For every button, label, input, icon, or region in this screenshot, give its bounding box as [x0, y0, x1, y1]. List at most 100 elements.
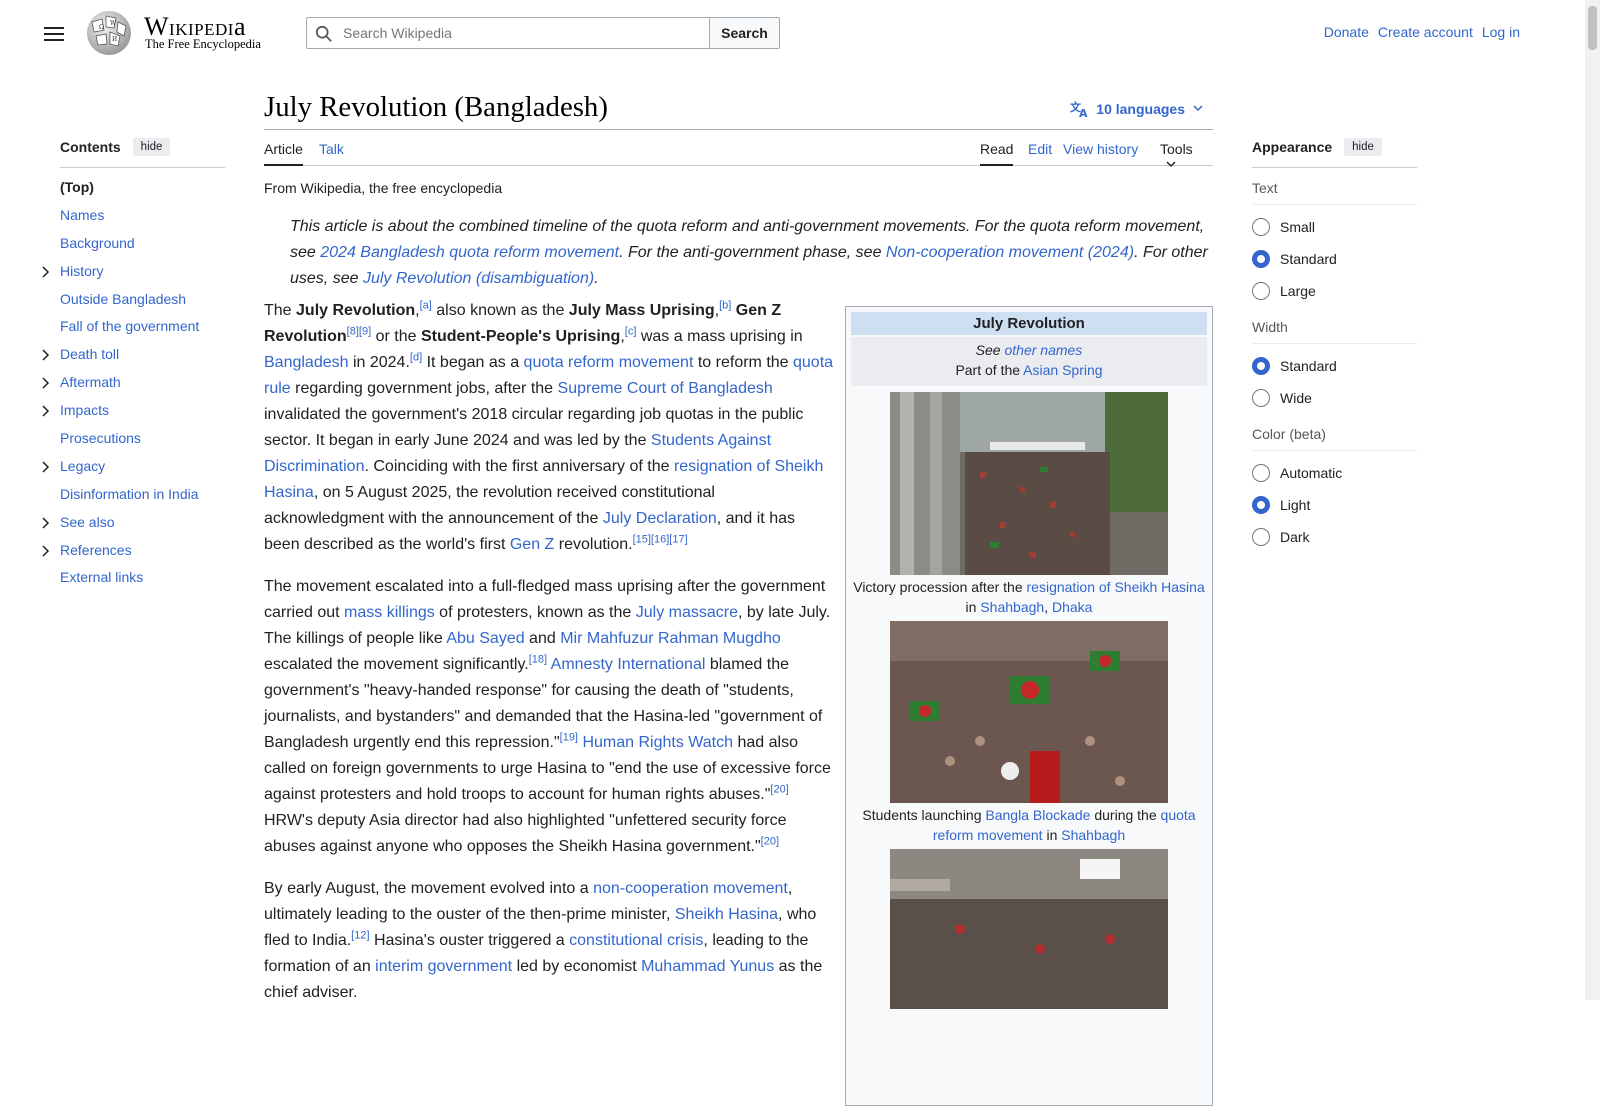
- scrollbar[interactable]: [1585, 0, 1600, 1000]
- tab-talk[interactable]: Talk: [319, 141, 344, 164]
- wiki-link[interactable]: quota reform movement: [524, 354, 694, 371]
- toc-item[interactable]: Aftermath: [42, 369, 225, 397]
- wiki-link[interactable]: Supreme Court of Bangladesh: [558, 380, 773, 397]
- citation-ref[interactable]: [b]: [719, 300, 731, 312]
- citation-ref[interactable]: [12]: [351, 930, 369, 942]
- wiki-link[interactable]: Mir Mahfuzur Rahman Mugdho: [560, 630, 781, 647]
- wiki-link[interactable]: Gen Z: [510, 536, 554, 553]
- toc-item[interactable]: See also: [42, 509, 225, 537]
- toc-item[interactable]: References: [42, 537, 225, 565]
- toc-item[interactable]: Impacts: [42, 397, 225, 425]
- chevron-right-icon[interactable]: [40, 517, 52, 529]
- citation-ref[interactable]: [19]: [560, 732, 578, 744]
- radio-option[interactable]: Standard: [1252, 350, 1417, 382]
- tab-article[interactable]: Article: [264, 141, 303, 166]
- search-input[interactable]: [341, 19, 701, 47]
- radio-option[interactable]: Small: [1252, 211, 1417, 243]
- radio-option[interactable]: Light: [1252, 489, 1417, 521]
- radio-button[interactable]: [1252, 218, 1270, 236]
- radio-button[interactable]: [1252, 528, 1270, 546]
- chevron-right-icon[interactable]: [40, 545, 52, 557]
- tab-read[interactable]: Read: [980, 141, 1014, 166]
- toc-item[interactable]: Disinformation in India: [60, 481, 225, 509]
- wiki-link[interactable]: Abu Sayed: [446, 630, 524, 647]
- tools-menu[interactable]: Tools: [1160, 141, 1213, 180]
- tab-view-history[interactable]: View history: [1063, 141, 1138, 164]
- toc-item[interactable]: Death toll: [42, 341, 225, 369]
- chevron-right-icon[interactable]: [40, 405, 52, 417]
- language-button[interactable]: 文 A 10 languages: [1070, 100, 1213, 118]
- citation-ref[interactable]: [20]: [770, 784, 788, 796]
- toc-item[interactable]: Background: [60, 230, 225, 258]
- wiki-link[interactable]: non-cooperation movement: [593, 880, 788, 897]
- wiki-link[interactable]: interim government: [375, 958, 512, 975]
- toc-item[interactable]: External links: [60, 564, 225, 592]
- other-names-link[interactable]: other names: [1004, 342, 1082, 358]
- toc-item[interactable]: History: [42, 258, 225, 286]
- log-in-link[interactable]: Log in: [1482, 24, 1520, 40]
- toc-item[interactable]: Fall of the government: [60, 313, 225, 341]
- search-box[interactable]: [306, 17, 710, 49]
- radio-option[interactable]: Wide: [1252, 382, 1417, 414]
- wiki-link[interactable]: Human Rights Watch: [582, 734, 733, 751]
- wiki-link[interactable]: Shahbagh: [1061, 827, 1125, 843]
- radio-button[interactable]: [1252, 389, 1270, 407]
- search-button[interactable]: Search: [709, 17, 780, 49]
- citation-ref[interactable]: [8][9]: [347, 326, 371, 338]
- wikipedia-logo[interactable]: Ω W И Wikipedia The Free Encyclopedia: [84, 10, 284, 58]
- toc-item[interactable]: Names: [60, 202, 225, 230]
- citation-ref[interactable]: [c]: [625, 326, 637, 338]
- scrollbar-thumb[interactable]: [1588, 6, 1597, 50]
- wiki-link[interactable]: Sheikh Hasina: [675, 906, 778, 923]
- wiki-link[interactable]: Amnesty International: [551, 656, 706, 673]
- toc-item[interactable]: Prosecutions: [60, 425, 225, 453]
- radio-button[interactable]: [1252, 250, 1270, 268]
- radio-option[interactable]: Large: [1252, 275, 1417, 307]
- svg-text:W: W: [110, 20, 117, 27]
- toc-item[interactable]: (Top): [60, 174, 225, 202]
- citation-ref[interactable]: [18]: [529, 654, 547, 666]
- wiki-link[interactable]: Dhaka: [1052, 599, 1092, 615]
- citation-ref[interactable]: [20]: [761, 836, 779, 848]
- citation-ref[interactable]: [d]: [410, 352, 422, 364]
- wiki-link[interactable]: July Declaration: [603, 510, 717, 527]
- radio-button[interactable]: [1252, 496, 1270, 514]
- wiki-link[interactable]: July massacre: [636, 604, 738, 621]
- toc-item-label: External links: [60, 569, 144, 586]
- text-run: .: [594, 270, 599, 287]
- wiki-link[interactable]: Muhammad Yunus: [641, 958, 774, 975]
- chevron-right-icon[interactable]: [40, 461, 52, 473]
- appearance-hide-button[interactable]: hide: [1344, 137, 1382, 156]
- citation-ref[interactable]: [15][16][17]: [633, 534, 688, 546]
- create-account-link[interactable]: Create account: [1378, 24, 1473, 40]
- asian-spring-link[interactable]: Asian Spring: [1023, 362, 1102, 378]
- radio-option[interactable]: Automatic: [1252, 457, 1417, 489]
- toc-item[interactable]: Legacy: [42, 453, 225, 481]
- tab-edit[interactable]: Edit: [1028, 141, 1052, 164]
- victory-procession-photo[interactable]: [890, 392, 1168, 575]
- chevron-right-icon[interactable]: [40, 349, 52, 361]
- radio-option[interactable]: Standard: [1252, 243, 1417, 275]
- citation-ref[interactable]: [a]: [420, 300, 432, 312]
- radio-option[interactable]: Dark: [1252, 521, 1417, 553]
- donate-link[interactable]: Donate: [1324, 24, 1369, 40]
- wiki-link[interactable]: Shahbagh: [980, 599, 1044, 615]
- wiki-link[interactable]: Non-cooperation movement (2024): [886, 244, 1134, 261]
- wiki-link[interactable]: 2024 Bangladesh quota reform movement: [320, 244, 619, 261]
- chevron-right-icon[interactable]: [40, 377, 52, 389]
- bangla-blockade-photo[interactable]: [890, 621, 1168, 803]
- radio-button[interactable]: [1252, 357, 1270, 375]
- wiki-link[interactable]: Bangladesh: [264, 354, 349, 371]
- wiki-link[interactable]: resignation of Sheikh Hasina: [1027, 579, 1205, 595]
- crowd-photo[interactable]: [890, 849, 1168, 1009]
- wiki-link[interactable]: constitutional crisis: [569, 932, 703, 949]
- wiki-link[interactable]: Bangla Blockade: [985, 807, 1090, 823]
- radio-button[interactable]: [1252, 282, 1270, 300]
- chevron-right-icon[interactable]: [40, 266, 52, 278]
- radio-button[interactable]: [1252, 464, 1270, 482]
- wiki-link[interactable]: mass killings: [344, 604, 435, 621]
- main-menu-button[interactable]: [38, 18, 70, 50]
- wiki-link[interactable]: July Revolution (disambiguation): [363, 270, 594, 287]
- toc-item[interactable]: Outside Bangladesh: [60, 286, 225, 314]
- toc-hide-button[interactable]: hide: [132, 137, 171, 156]
